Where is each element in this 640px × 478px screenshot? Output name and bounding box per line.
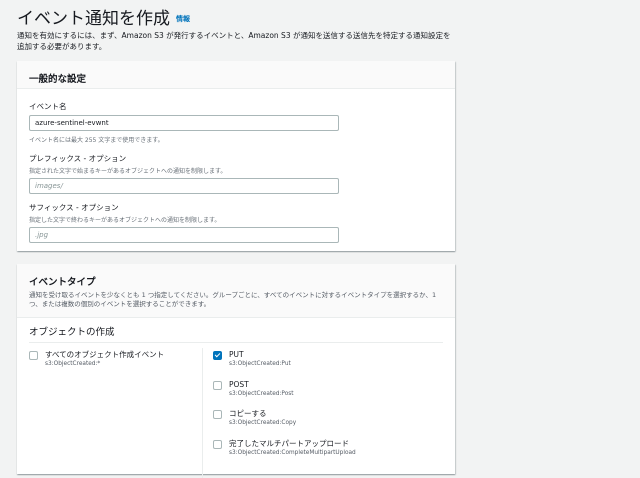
post-code: s3:ObjectCreated:Post: [229, 391, 294, 397]
put-option[interactable]: PUT s3:ObjectCreated:Put: [213, 350, 291, 368]
info-link[interactable]: 情報: [176, 15, 190, 23]
prefix-field: プレフィックス - オプション 指定された文字で始まるキーがあるオブジェクトへの…: [29, 153, 339, 194]
event-types-panel: イベントタイプ 通知を受け取るイベントを少なくとも 1 つ指定してください。グル…: [17, 264, 455, 478]
object-creation-heading: オブジェクトの作成: [29, 327, 115, 338]
put-label: PUT: [229, 350, 244, 359]
prefix-input[interactable]: [29, 178, 339, 194]
event-name-input[interactable]: [29, 115, 339, 131]
post-option[interactable]: POST s3:ObjectCreated:Post: [213, 380, 294, 398]
put-checkbox[interactable]: [213, 351, 222, 360]
multipart-upload-code: s3:ObjectCreated:CompleteMultipartUpload: [229, 450, 356, 456]
event-types-header: イベントタイプ 通知を受け取るイベントを少なくとも 1 つ指定してください。グル…: [17, 264, 455, 318]
all-object-create-label: すべてのオブジェクト作成イベント: [45, 350, 165, 359]
suffix-label: サフィックス - オプション: [29, 203, 119, 212]
copy-label: コピーする: [229, 409, 267, 418]
all-object-create-events-option[interactable]: すべてのオブジェクト作成イベント s3:ObjectCreated:*: [29, 350, 164, 368]
copy-text: コピーする s3:ObjectCreated:Copy: [229, 409, 296, 427]
suffix-field: サフィックス - オプション 指定した文字で終わるキーがあるオブジェクトへの通知…: [29, 202, 339, 243]
post-label: POST: [229, 380, 249, 389]
multipart-upload-checkbox[interactable]: [213, 440, 222, 449]
section-divider: [29, 342, 443, 343]
event-types-description: 通知を受け取るイベントを少なくとも 1 つ指定してください。グループごとに、すべ…: [29, 291, 437, 308]
suffix-input[interactable]: [29, 227, 339, 243]
prefix-label: プレフィックス - オプション: [29, 154, 127, 163]
general-settings-header: 一般的な設定: [17, 61, 455, 89]
all-object-create-text: すべてのオブジェクト作成イベント s3:ObjectCreated:*: [45, 350, 164, 368]
event-types-title: イベントタイプ: [29, 277, 96, 288]
copy-checkbox[interactable]: [213, 410, 222, 419]
general-settings-title: 一般的な設定: [29, 74, 87, 85]
general-settings-panel: 一般的な設定 イベント名 イベント名には最大 255 文字まで使用できます。 プ…: [17, 61, 455, 251]
post-text: POST s3:ObjectCreated:Post: [229, 380, 294, 398]
event-name-hint: イベント名には最大 255 文字まで使用できます。: [29, 137, 164, 144]
page-description: 通知を有効にするには、まず、Amazon S3 が発行するイベントと、Amazo…: [17, 31, 451, 51]
page-title-text: イベント通知を作成: [17, 9, 170, 29]
post-checkbox[interactable]: [213, 381, 222, 390]
copy-code: s3:ObjectCreated:Copy: [229, 420, 297, 426]
all-object-create-checkbox[interactable]: [29, 351, 38, 360]
put-code: s3:ObjectCreated:Put: [229, 361, 291, 367]
page-title: イベント通知を作成 情報: [17, 4, 190, 29]
prefix-description: 指定された文字で始まるキーがあるオブジェクトへの通知を制限します。: [29, 168, 227, 175]
multipart-upload-text: 完了したマルチパートアップロード s3:ObjectCreated:Comple…: [229, 439, 356, 457]
multipart-upload-label: 完了したマルチパートアップロード: [229, 439, 349, 448]
event-name-field: イベント名 イベント名には最大 255 文字まで使用できます。: [29, 101, 339, 144]
column-divider: [202, 348, 203, 478]
copy-option[interactable]: コピーする s3:ObjectCreated:Copy: [213, 409, 296, 427]
all-object-create-code: s3:ObjectCreated:*: [45, 361, 101, 367]
multipart-upload-option[interactable]: 完了したマルチパートアップロード s3:ObjectCreated:Comple…: [213, 439, 356, 457]
suffix-description: 指定した文字で終わるキーがあるオブジェクトへの通知を制限します。: [29, 217, 221, 224]
event-name-label: イベント名: [29, 102, 67, 111]
put-text: PUT s3:ObjectCreated:Put: [229, 350, 291, 368]
